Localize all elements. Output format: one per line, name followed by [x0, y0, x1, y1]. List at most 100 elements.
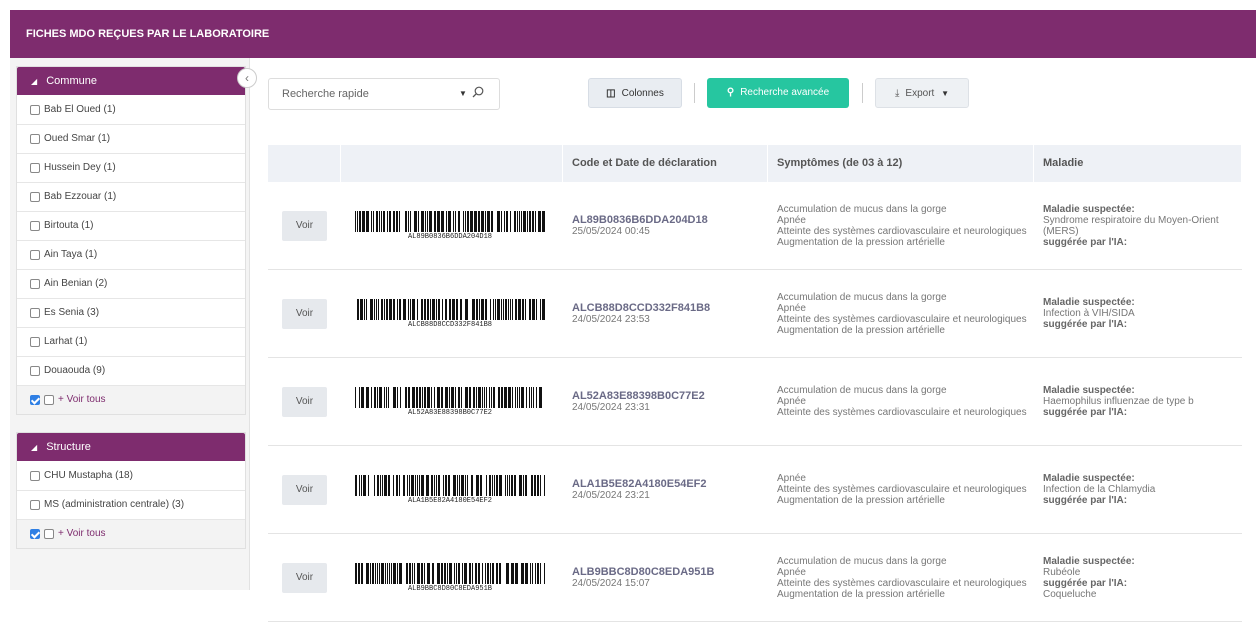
declaration-code: ALCB88D8CCD332F841B8 [572, 302, 711, 314]
checkbox[interactable] [44, 529, 54, 539]
checkbox[interactable] [30, 308, 40, 318]
commune-panel-title: Commune [46, 75, 97, 87]
page-header: FICHES MDO REÇUES PAR LE LABORATOIRE [10, 10, 1256, 58]
checkbox[interactable] [30, 366, 40, 376]
maladie-value: Infection de la Chlamydia [1043, 484, 1156, 495]
voir-button[interactable]: Voir [282, 298, 327, 329]
checkbox[interactable] [30, 221, 40, 231]
filter-item-label: Ain Benian (2) [44, 278, 108, 289]
barcode-bars [355, 386, 545, 408]
checkbox[interactable] [30, 470, 40, 481]
checkbox[interactable] [30, 279, 40, 289]
filter-item[interactable]: Larhat (1) [17, 327, 245, 356]
filter-item[interactable]: Birtouta (1) [17, 211, 245, 240]
voir-button[interactable]: Voir [282, 386, 327, 417]
declaration-date: 24/05/2024 23:53 [572, 314, 650, 325]
filter-item[interactable]: Oued Smar (1) [17, 124, 245, 153]
export-button[interactable]: ⤓ Export ▼ [875, 78, 969, 108]
ia-suggested-label: suggérée par l'IA: [1043, 495, 1128, 506]
symptom-item: Augmentation de la pression artérielle [777, 324, 945, 336]
table-header: Code et Date de déclaration Symptômes (d… [268, 145, 1242, 182]
filter-item[interactable]: Hussein Dey (1) [17, 153, 245, 182]
download-icon: ⤓ [894, 88, 900, 99]
select-all-checkbox[interactable] [30, 395, 40, 405]
filter-item-label: CHU Mustapha (18) [44, 469, 133, 481]
columns-button[interactable]: ◫ Colonnes [588, 78, 682, 108]
declarations-table: Code et Date de déclaration Symptômes (d… [268, 145, 1242, 622]
ia-suggested-label: suggérée par l'IA: [1043, 319, 1128, 330]
filter-item-label: Es Senia (3) [44, 307, 100, 318]
symptoms-cell: Accumulation de mucus dans la gorge Apnée… [768, 534, 1034, 621]
filter-item[interactable]: Es Senia (3) [17, 298, 245, 327]
filter-item[interactable]: Ain Taya (1) [17, 240, 245, 269]
search-icon[interactable] [472, 86, 484, 98]
action-cell: Voir [268, 534, 341, 621]
filter-item[interactable]: MS (administration centrale) (3) [17, 490, 245, 519]
commune-panel: ◢ Commune Bab El Oued (1) Oued Smar (1) Hu… [16, 66, 246, 415]
checkbox[interactable] [30, 250, 40, 260]
columns-icon: ◫ [606, 88, 616, 99]
barcode-cell: ALA1B5E82A4180E54EF2 [341, 446, 563, 533]
symptom-item: Accumulation de mucus dans la gorge [777, 555, 947, 567]
voir-button[interactable]: Voir [282, 562, 327, 593]
maladie-cell: Maladie suspectée: Infection à VIH/SIDA su… [1034, 270, 1242, 357]
select-all-checkbox[interactable] [30, 529, 40, 539]
maladie-suspected-label: Maladie suspectée: [1043, 385, 1135, 396]
declaration-code: AL89B0836B6DDA204D18 [572, 214, 708, 226]
column-header-maladie: Maladie [1034, 145, 1242, 182]
checkbox[interactable] [44, 395, 54, 405]
filter-item-label: Bab Ezzouar (1) [44, 191, 117, 202]
advanced-search-button[interactable]: ⚲ Recherche avancée [707, 78, 849, 108]
show-all-label: + Voir tous [58, 394, 106, 405]
structure-panel-header[interactable]: ◢ Structure [17, 433, 245, 461]
symptoms-cell: Accumulation de mucus dans la gorge Apnée… [768, 270, 1034, 357]
declaration-code: AL52A83E88398B0C77E2 [572, 390, 705, 402]
maladie-cell: Maladie suspectée: Rubéole suggérée par l'… [1034, 534, 1242, 621]
filter-item[interactable]: Bab Ezzouar (1) [17, 182, 245, 211]
symptom-item: Augmentation de la pression artérielle [777, 495, 945, 506]
barcode: ALB9BBC8D80C8EDA951B [355, 562, 545, 593]
show-all-label: + Voir tous [58, 528, 106, 539]
show-all-link[interactable]: + Voir tous [17, 519, 245, 548]
symptom-item: Atteinte des systèmes cardiovasculaire e… [777, 313, 1027, 325]
symptom-item: Atteinte des systèmes cardiovasculaire e… [777, 484, 1027, 495]
structure-panel-title: Structure [46, 441, 91, 453]
barcode-bars [355, 474, 545, 496]
action-cell: Voir [268, 446, 341, 533]
symptom-item: Accumulation de mucus dans la gorge [777, 291, 947, 303]
declaration-date: 25/05/2024 00:45 [572, 226, 650, 237]
barcode-cell: AL52A83E88398B0C77E2 [341, 358, 563, 445]
filter-item-label: Hussein Dey (1) [44, 162, 116, 173]
filter-item[interactable]: Bab El Oued (1) [17, 95, 245, 124]
quick-search-input[interactable]: Recherche rapide ▼ [268, 78, 500, 110]
symptom-item: Augmentation de la pression artérielle [777, 236, 945, 248]
table-row: Voir AL52A83E88398B0C77E2 AL52A83E88398B0C… [268, 358, 1242, 446]
voir-button[interactable]: Voir [282, 210, 327, 241]
checkbox[interactable] [30, 104, 40, 115]
toolbar-divider [862, 83, 863, 103]
ia-suggested-label: suggérée par l'IA: [1043, 577, 1128, 589]
symptom-item: Apnée [777, 473, 806, 484]
commune-panel-header[interactable]: ◢ Commune [17, 67, 245, 95]
filter-item[interactable]: CHU Mustapha (18) [17, 461, 245, 490]
code-date-cell: ALA1B5E82A4180E54EF2 24/05/2024 23:21 [563, 446, 768, 533]
checkbox[interactable] [30, 500, 40, 510]
show-all-link[interactable]: + Voir tous [17, 385, 245, 414]
dropdown-arrow-icon[interactable]: ▼ [459, 79, 467, 109]
filter-item[interactable]: Ain Benian (2) [17, 269, 245, 298]
checkbox[interactable] [30, 134, 40, 144]
checkbox[interactable] [30, 192, 40, 202]
collapse-triangle-icon: ◢ [31, 77, 38, 86]
sidebar-collapse-button[interactable]: ‹ [237, 68, 257, 88]
filter-item[interactable]: Douaouda (9) [17, 356, 245, 385]
filter-item-label: Oued Smar (1) [44, 133, 111, 144]
filter-item-label: Larhat (1) [44, 336, 88, 347]
checkbox[interactable] [30, 337, 40, 347]
maladie-cell: Maladie suspectée: Syndrome respiratoire … [1034, 182, 1242, 269]
checkbox[interactable] [30, 163, 40, 173]
symptom-item: Accumulation de mucus dans la gorge [777, 385, 947, 396]
barcode-text: ALCB88D8CCD332F841B8 [407, 320, 492, 329]
table-row: Voir ALA1B5E82A4180E54EF2 ALA1B5E82A4180E5… [268, 446, 1242, 534]
filter-item-label: Bab El Oued (1) [44, 103, 116, 115]
voir-button[interactable]: Voir [282, 474, 327, 505]
